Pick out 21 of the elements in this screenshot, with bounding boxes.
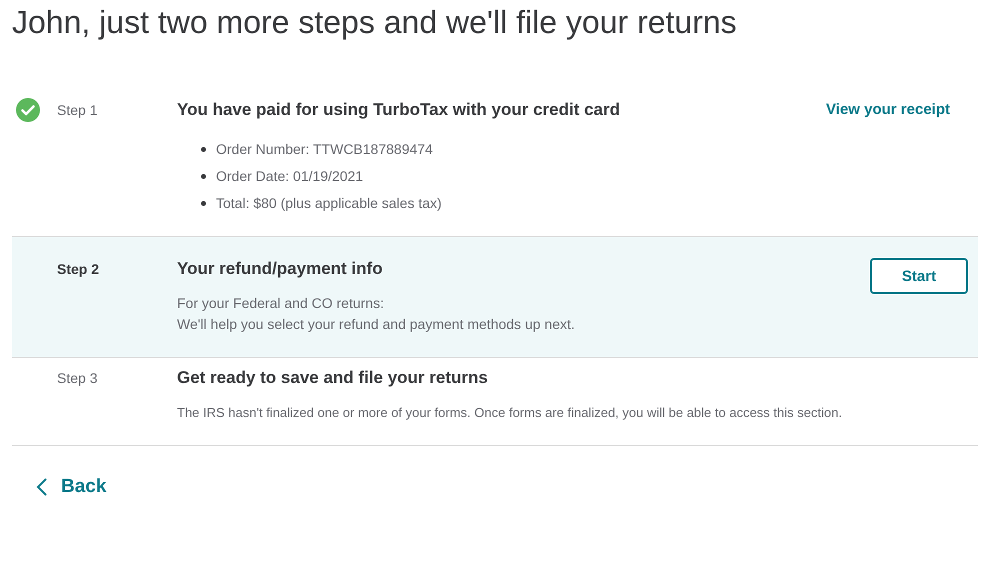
- step-title: Your refund/payment info: [177, 258, 384, 280]
- step-description: For your Federal and CO returns:: [177, 294, 385, 313]
- receipt-link[interactable]: View your receipt: [826, 101, 950, 118]
- bullet-icon: [201, 200, 206, 206]
- back-label: Back: [61, 476, 106, 498]
- order-detail: Total: $80 (plus applicable sales tax): [216, 194, 442, 213]
- back-link[interactable]: Back: [36, 476, 106, 498]
- step-title: Get ready to save and file your returns: [177, 367, 489, 389]
- step-label: Step 2: [57, 260, 100, 279]
- step-description: The IRS hasn't finalized one or more of your forms. Once forms are finalized, you will be able to access this section.: [177, 404, 844, 422]
- step-title: You have paid for using TurboTax with your credit card: [177, 99, 621, 121]
- start-button[interactable]: Start: [870, 258, 968, 294]
- step-label: Step 3: [57, 369, 98, 388]
- bullet-icon: [201, 146, 206, 152]
- order-detail: Order Number: TTWCB187889474: [216, 140, 433, 159]
- chevron-left-icon: [36, 478, 47, 496]
- step-label: Step 1: [57, 101, 98, 120]
- page-heading: John, just two more steps and we'll file your returns: [12, 3, 738, 42]
- bullet-icon: [201, 174, 206, 178]
- step-description: We'll help you select your refund and payment methods up next.: [177, 315, 576, 334]
- order-detail: Order Date: 01/19/2021: [216, 167, 364, 186]
